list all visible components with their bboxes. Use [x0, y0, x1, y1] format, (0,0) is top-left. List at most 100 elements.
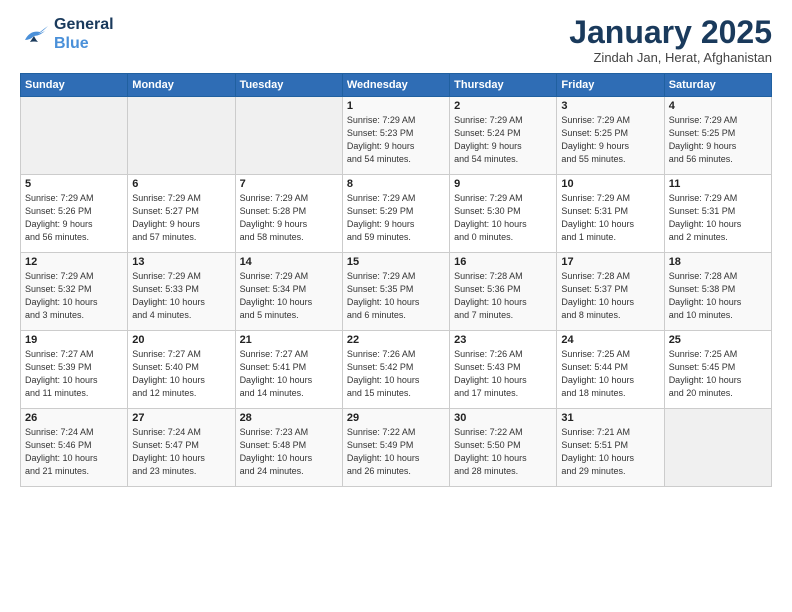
day-number: 26 [25, 412, 123, 424]
day-info: Sunrise: 7:26 AMSunset: 5:42 PMDaylight:… [347, 348, 445, 400]
day-info: Sunrise: 7:28 AMSunset: 5:37 PMDaylight:… [561, 270, 659, 322]
day-number: 4 [669, 100, 767, 112]
day-cell: 13 Sunrise: 7:29 AMSunset: 5:33 PMDayligh… [128, 253, 235, 331]
day-info: Sunrise: 7:29 AMSunset: 5:35 PMDaylight:… [347, 270, 445, 322]
day-info: Sunrise: 7:29 AMSunset: 5:30 PMDaylight:… [454, 192, 552, 244]
day-cell: 19 Sunrise: 7:27 AMSunset: 5:39 PMDayligh… [21, 331, 128, 409]
day-number: 17 [561, 256, 659, 268]
day-number: 7 [240, 178, 338, 190]
day-cell: 28 Sunrise: 7:23 AMSunset: 5:48 PMDayligh… [235, 409, 342, 487]
day-info: Sunrise: 7:23 AMSunset: 5:48 PMDaylight:… [240, 426, 338, 478]
week-row-1: 1Sunrise: 7:29 AMSunset: 5:23 PMDaylight… [21, 97, 772, 175]
day-info: Sunrise: 7:24 AMSunset: 5:46 PMDaylight:… [25, 426, 123, 478]
day-info: Sunrise: 7:27 AMSunset: 5:39 PMDaylight:… [25, 348, 123, 400]
day-number: 16 [454, 256, 552, 268]
day-cell: 16Sunrise: 7:28 AMSunset: 5:36 PMDayligh… [450, 253, 557, 331]
day-info: Sunrise: 7:29 AMSunset: 5:23 PMDaylight:… [347, 114, 445, 166]
day-cell: 31 Sunrise: 7:21 AMSunset: 5:51 PMDayligh… [557, 409, 664, 487]
day-cell: 8 Sunrise: 7:29 AMSunset: 5:29 PMDaylight… [342, 175, 449, 253]
day-info: Sunrise: 7:26 AMSunset: 5:43 PMDaylight:… [454, 348, 552, 400]
day-info: Sunrise: 7:29 AMSunset: 5:28 PMDaylight:… [240, 192, 338, 244]
header-cell-wednesday: Wednesday [342, 74, 449, 97]
day-number: 12 [25, 256, 123, 268]
day-cell [664, 409, 771, 487]
day-cell: 9 Sunrise: 7:29 AMSunset: 5:30 PMDaylight… [450, 175, 557, 253]
day-cell: 27 Sunrise: 7:24 AMSunset: 5:47 PMDayligh… [128, 409, 235, 487]
day-info: Sunrise: 7:29 AMSunset: 5:29 PMDaylight:… [347, 192, 445, 244]
day-cell: 6Sunrise: 7:29 AMSunset: 5:27 PMDaylight… [128, 175, 235, 253]
day-number: 30 [454, 412, 552, 424]
header-cell-friday: Friday [557, 74, 664, 97]
day-number: 27 [132, 412, 230, 424]
calendar-subtitle: Zindah Jan, Herat, Afghanistan [569, 50, 772, 65]
day-info: Sunrise: 7:29 AMSunset: 5:25 PMDaylight:… [669, 114, 767, 166]
week-row-5: 26 Sunrise: 7:24 AMSunset: 5:46 PMDayligh… [21, 409, 772, 487]
day-cell: 24 Sunrise: 7:25 AMSunset: 5:44 PMDayligh… [557, 331, 664, 409]
day-info: Sunrise: 7:21 AMSunset: 5:51 PMDaylight:… [561, 426, 659, 478]
day-cell: 14Sunrise: 7:29 AMSunset: 5:34 PMDayligh… [235, 253, 342, 331]
day-cell: 22 Sunrise: 7:26 AMSunset: 5:42 PMDayligh… [342, 331, 449, 409]
day-cell: 2Sunrise: 7:29 AMSunset: 5:24 PMDaylight… [450, 97, 557, 175]
day-info: Sunrise: 7:28 AMSunset: 5:38 PMDaylight:… [669, 270, 767, 322]
day-number: 31 [561, 412, 659, 424]
day-info: Sunrise: 7:27 AMSunset: 5:40 PMDaylight:… [132, 348, 230, 400]
day-cell: 30 Sunrise: 7:22 AMSunset: 5:50 PMDayligh… [450, 409, 557, 487]
header-cell-thursday: Thursday [450, 74, 557, 97]
header-cell-saturday: Saturday [664, 74, 771, 97]
day-number: 29 [347, 412, 445, 424]
day-info: Sunrise: 7:27 AMSunset: 5:41 PMDaylight:… [240, 348, 338, 400]
day-cell: 17 Sunrise: 7:28 AMSunset: 5:37 PMDayligh… [557, 253, 664, 331]
header-row: SundayMondayTuesdayWednesdayThursdayFrid… [21, 74, 772, 97]
day-number: 9 [454, 178, 552, 190]
day-cell [21, 97, 128, 175]
day-cell: 4 Sunrise: 7:29 AMSunset: 5:25 PMDaylight… [664, 97, 771, 175]
day-number: 19 [25, 334, 123, 346]
header-cell-sunday: Sunday [21, 74, 128, 97]
day-info: Sunrise: 7:29 AMSunset: 5:26 PMDaylight:… [25, 192, 123, 244]
logo-icon [20, 22, 50, 46]
day-cell: 11Sunrise: 7:29 AMSunset: 5:31 PMDayligh… [664, 175, 771, 253]
day-number: 28 [240, 412, 338, 424]
day-cell: 26 Sunrise: 7:24 AMSunset: 5:46 PMDayligh… [21, 409, 128, 487]
calendar-table: SundayMondayTuesdayWednesdayThursdayFrid… [20, 73, 772, 487]
day-info: Sunrise: 7:29 AMSunset: 5:31 PMDaylight:… [669, 192, 767, 244]
day-number: 21 [240, 334, 338, 346]
day-info: Sunrise: 7:25 AMSunset: 5:44 PMDaylight:… [561, 348, 659, 400]
day-number: 13 [132, 256, 230, 268]
day-cell: 20 Sunrise: 7:27 AMSunset: 5:40 PMDayligh… [128, 331, 235, 409]
header: General Blue January 2025 Zindah Jan, He… [20, 15, 772, 65]
day-cell: 23 Sunrise: 7:26 AMSunset: 5:43 PMDayligh… [450, 331, 557, 409]
day-number: 24 [561, 334, 659, 346]
header-cell-tuesday: Tuesday [235, 74, 342, 97]
day-cell: 29 Sunrise: 7:22 AMSunset: 5:49 PMDayligh… [342, 409, 449, 487]
day-number: 6 [132, 178, 230, 190]
day-info: Sunrise: 7:22 AMSunset: 5:50 PMDaylight:… [454, 426, 552, 478]
day-info: Sunrise: 7:24 AMSunset: 5:47 PMDaylight:… [132, 426, 230, 478]
day-number: 10 [561, 178, 659, 190]
day-number: 5 [25, 178, 123, 190]
day-cell: 25Sunrise: 7:25 AMSunset: 5:45 PMDayligh… [664, 331, 771, 409]
day-info: Sunrise: 7:29 AMSunset: 5:24 PMDaylight:… [454, 114, 552, 166]
day-number: 8 [347, 178, 445, 190]
day-info: Sunrise: 7:29 AMSunset: 5:33 PMDaylight:… [132, 270, 230, 322]
day-cell: 7 Sunrise: 7:29 AMSunset: 5:28 PMDaylight… [235, 175, 342, 253]
day-info: Sunrise: 7:29 AMSunset: 5:34 PMDaylight:… [240, 270, 338, 322]
day-number: 20 [132, 334, 230, 346]
calendar-title: January 2025 [569, 15, 772, 50]
day-cell: 12 Sunrise: 7:29 AMSunset: 5:32 PMDayligh… [21, 253, 128, 331]
day-cell: 18 Sunrise: 7:28 AMSunset: 5:38 PMDayligh… [664, 253, 771, 331]
day-info: Sunrise: 7:22 AMSunset: 5:49 PMDaylight:… [347, 426, 445, 478]
day-number: 23 [454, 334, 552, 346]
day-info: Sunrise: 7:29 AMSunset: 5:25 PMDaylight:… [561, 114, 659, 166]
day-cell: 3 Sunrise: 7:29 AMSunset: 5:25 PMDaylight… [557, 97, 664, 175]
day-info: Sunrise: 7:29 AMSunset: 5:32 PMDaylight:… [25, 270, 123, 322]
day-cell: 1Sunrise: 7:29 AMSunset: 5:23 PMDaylight… [342, 97, 449, 175]
title-section: January 2025 Zindah Jan, Herat, Afghanis… [569, 15, 772, 65]
calendar-page: General Blue January 2025 Zindah Jan, He… [0, 0, 792, 612]
day-number: 22 [347, 334, 445, 346]
logo-text: General Blue [54, 15, 114, 53]
day-number: 25 [669, 334, 767, 346]
day-number: 18 [669, 256, 767, 268]
day-number: 3 [561, 100, 659, 112]
header-cell-monday: Monday [128, 74, 235, 97]
